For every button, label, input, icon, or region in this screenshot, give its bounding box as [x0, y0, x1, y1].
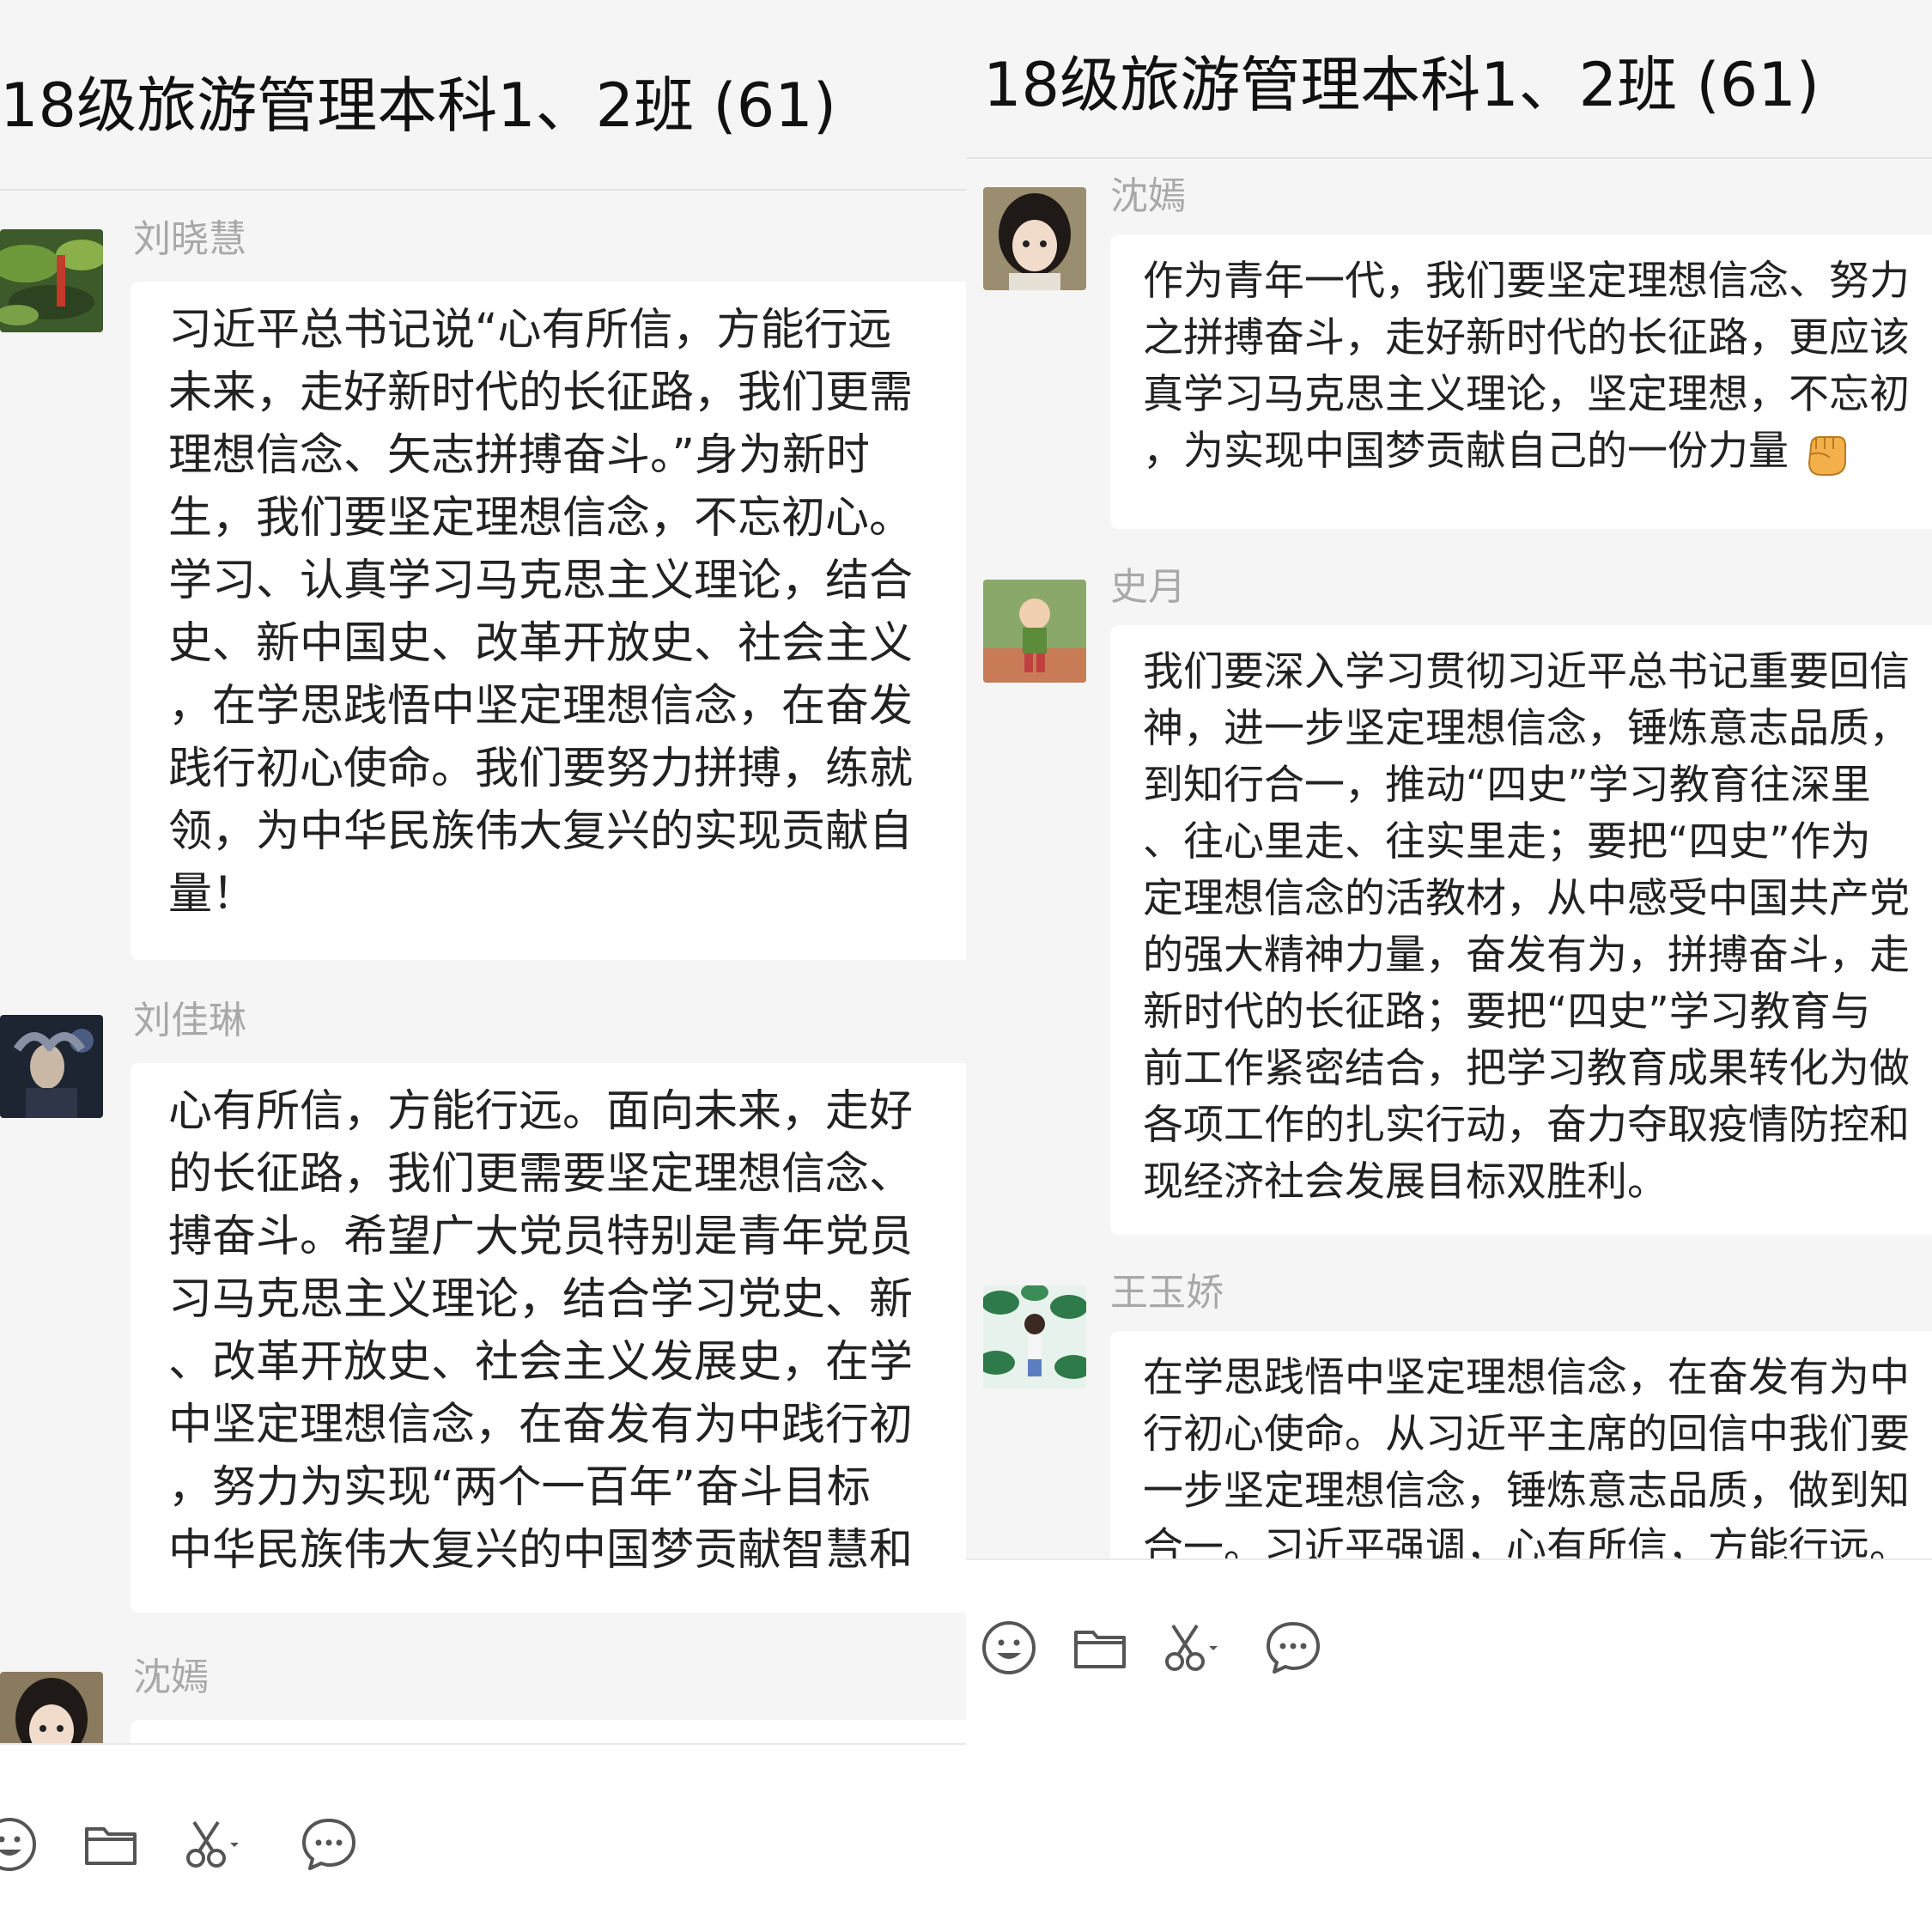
avatar-image	[983, 580, 1086, 683]
avatar[interactable]	[983, 1285, 1086, 1388]
sender-name: 史月	[1110, 565, 1186, 609]
sender-name: 刘佳琳	[133, 999, 246, 1042]
folder-icon[interactable]	[80, 1814, 142, 1875]
chat-title: 18级旅游管理本科1、2班 (61)	[0, 70, 837, 141]
folder-icon[interactable]	[1069, 1617, 1131, 1679]
sender-name: 刘晓慧	[133, 217, 246, 261]
message-text: 我们要深入学习贯彻习近平总书记重要回信 神，进一步坚定理想信念，锤炼意志品质， …	[1143, 648, 1910, 1206]
emoji-icon[interactable]	[978, 1617, 1040, 1679]
raised-fist-emoji	[1807, 435, 1846, 476]
sender-name: 沈嫣	[133, 1656, 209, 1699]
emoji-icon[interactable]	[0, 1814, 40, 1875]
avatar[interactable]	[0, 1015, 103, 1118]
scissors-icon[interactable]	[180, 1814, 242, 1875]
sender-name: 王玉娇	[1110, 1271, 1224, 1315]
scissors-icon[interactable]	[1159, 1617, 1221, 1679]
message-text: 作为青年一代，我们要坚定理想信念、努力 之拼搏奋斗，走好新时代的长征路，更应该 …	[1143, 253, 1932, 480]
avatar[interactable]	[0, 229, 103, 332]
message-text: 在学思践悟中坚定理想信念，在奋发有为中 行初心使命。从习近平主席的回信中我们要 …	[1143, 1354, 1910, 1571]
sender-name: 沈嫣	[1110, 174, 1186, 218]
message-text-content: 作为青年一代，我们要坚定理想信念、努力 之拼搏奋斗，走好新时代的长征路，更应该 …	[1143, 258, 1910, 475]
avatar-image	[0, 229, 103, 332]
avatar-image	[983, 187, 1086, 290]
chat-title: 18级旅游管理本科1、2班 (61)	[983, 50, 1820, 120]
message-text: 心有所信，方能行远。面向未来，走好 的长征路，我们更需要坚定理想信念、 搏奋斗。…	[168, 1086, 914, 1576]
message-bubble[interactable]: 我们要深入学习贯彻习近平总书记重要回信 神，进一步坚定理想信念，锤炼意志品质， …	[1110, 625, 1932, 1235]
title-divider	[966, 157, 1932, 159]
chat-panel-right: 18级旅游管理本科1、2班 (61) 沈嫣 作为青年一代，我们要坚定理想信念、努…	[966, 0, 1932, 1932]
input-toolbar	[0, 1743, 966, 1932]
avatar[interactable]	[983, 187, 1086, 290]
message-bubble[interactable]: 习近平总书记说“心有所信，方能行远 未来，走好新时代的长征路，我们更需 理想信念…	[131, 282, 966, 960]
message-bubble[interactable]: 作为青年一代，我们要坚定理想信念、努力 之拼搏奋斗，走好新时代的长征路，更应该 …	[1110, 234, 1932, 529]
avatar-image	[983, 1285, 1086, 1388]
message-bubble[interactable]: 心有所信，方能行远。面向未来，走好 的长征路，我们更需要坚定理想信念、 搏奋斗。…	[131, 1063, 966, 1613]
avatar-image	[0, 1015, 103, 1118]
message-text: 习近平总书记说“心有所信，方能行远 未来，走好新时代的长征路，我们更需 理想信念…	[168, 305, 914, 920]
chat-history-icon[interactable]	[1262, 1617, 1324, 1679]
chat-history-icon[interactable]	[298, 1814, 360, 1875]
input-toolbar	[966, 1558, 1932, 1932]
chat-panel-left: 18级旅游管理本科1、2班 (61) 刘晓慧 习近平总书记说“心有所信，方能行远…	[0, 0, 966, 1932]
title-divider	[0, 189, 966, 191]
avatar[interactable]	[983, 580, 1086, 683]
